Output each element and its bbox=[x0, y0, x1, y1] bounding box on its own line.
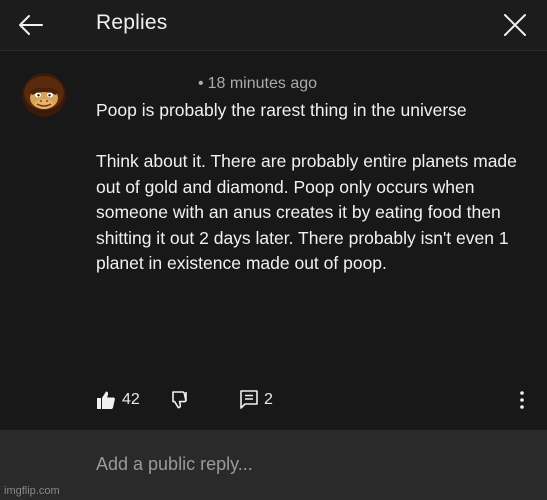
reply-input[interactable] bbox=[96, 454, 516, 475]
thumbs-down-icon bbox=[172, 391, 187, 409]
thumbs-up-icon bbox=[97, 391, 115, 409]
comment-meta: • 18 minutes ago bbox=[198, 75, 317, 93]
reply-button[interactable]: 2 bbox=[240, 387, 273, 413]
page-title: Replies bbox=[96, 11, 168, 34]
arrow-left-icon bbox=[19, 15, 43, 35]
like-count: 42 bbox=[122, 391, 140, 408]
header: Replies bbox=[0, 0, 547, 50]
dislike-button[interactable] bbox=[170, 387, 190, 413]
close-button[interactable] bbox=[499, 9, 531, 41]
reply-bar: imgflip.com bbox=[0, 430, 547, 500]
watermark: imgflip.com bbox=[4, 485, 60, 497]
separator-dot: • bbox=[198, 75, 204, 92]
replies-screen: Replies • 18 minutes ago Poop is probabl… bbox=[0, 0, 547, 500]
comment-actions: 42 2 bbox=[96, 387, 536, 413]
comment: • 18 minutes ago Poop is probably the rar… bbox=[0, 51, 547, 430]
comment-paragraph: Think about it. There are probably entir… bbox=[96, 151, 517, 273]
back-button[interactable] bbox=[14, 9, 48, 41]
reply-count: 2 bbox=[264, 391, 273, 408]
donkey-kong-avatar-icon bbox=[22, 73, 66, 117]
more-vertical-icon bbox=[520, 391, 524, 409]
comment-icon bbox=[240, 390, 258, 409]
like-button[interactable]: 42 bbox=[96, 387, 140, 413]
timestamp: 18 minutes ago bbox=[207, 75, 318, 92]
avatar[interactable] bbox=[22, 73, 66, 117]
more-options-button[interactable] bbox=[512, 387, 532, 413]
comment-paragraph: Poop is probably the rarest thing in the… bbox=[96, 100, 467, 120]
close-icon bbox=[504, 14, 526, 36]
comment-body: Poop is probably the rarest thing in the… bbox=[96, 98, 536, 277]
